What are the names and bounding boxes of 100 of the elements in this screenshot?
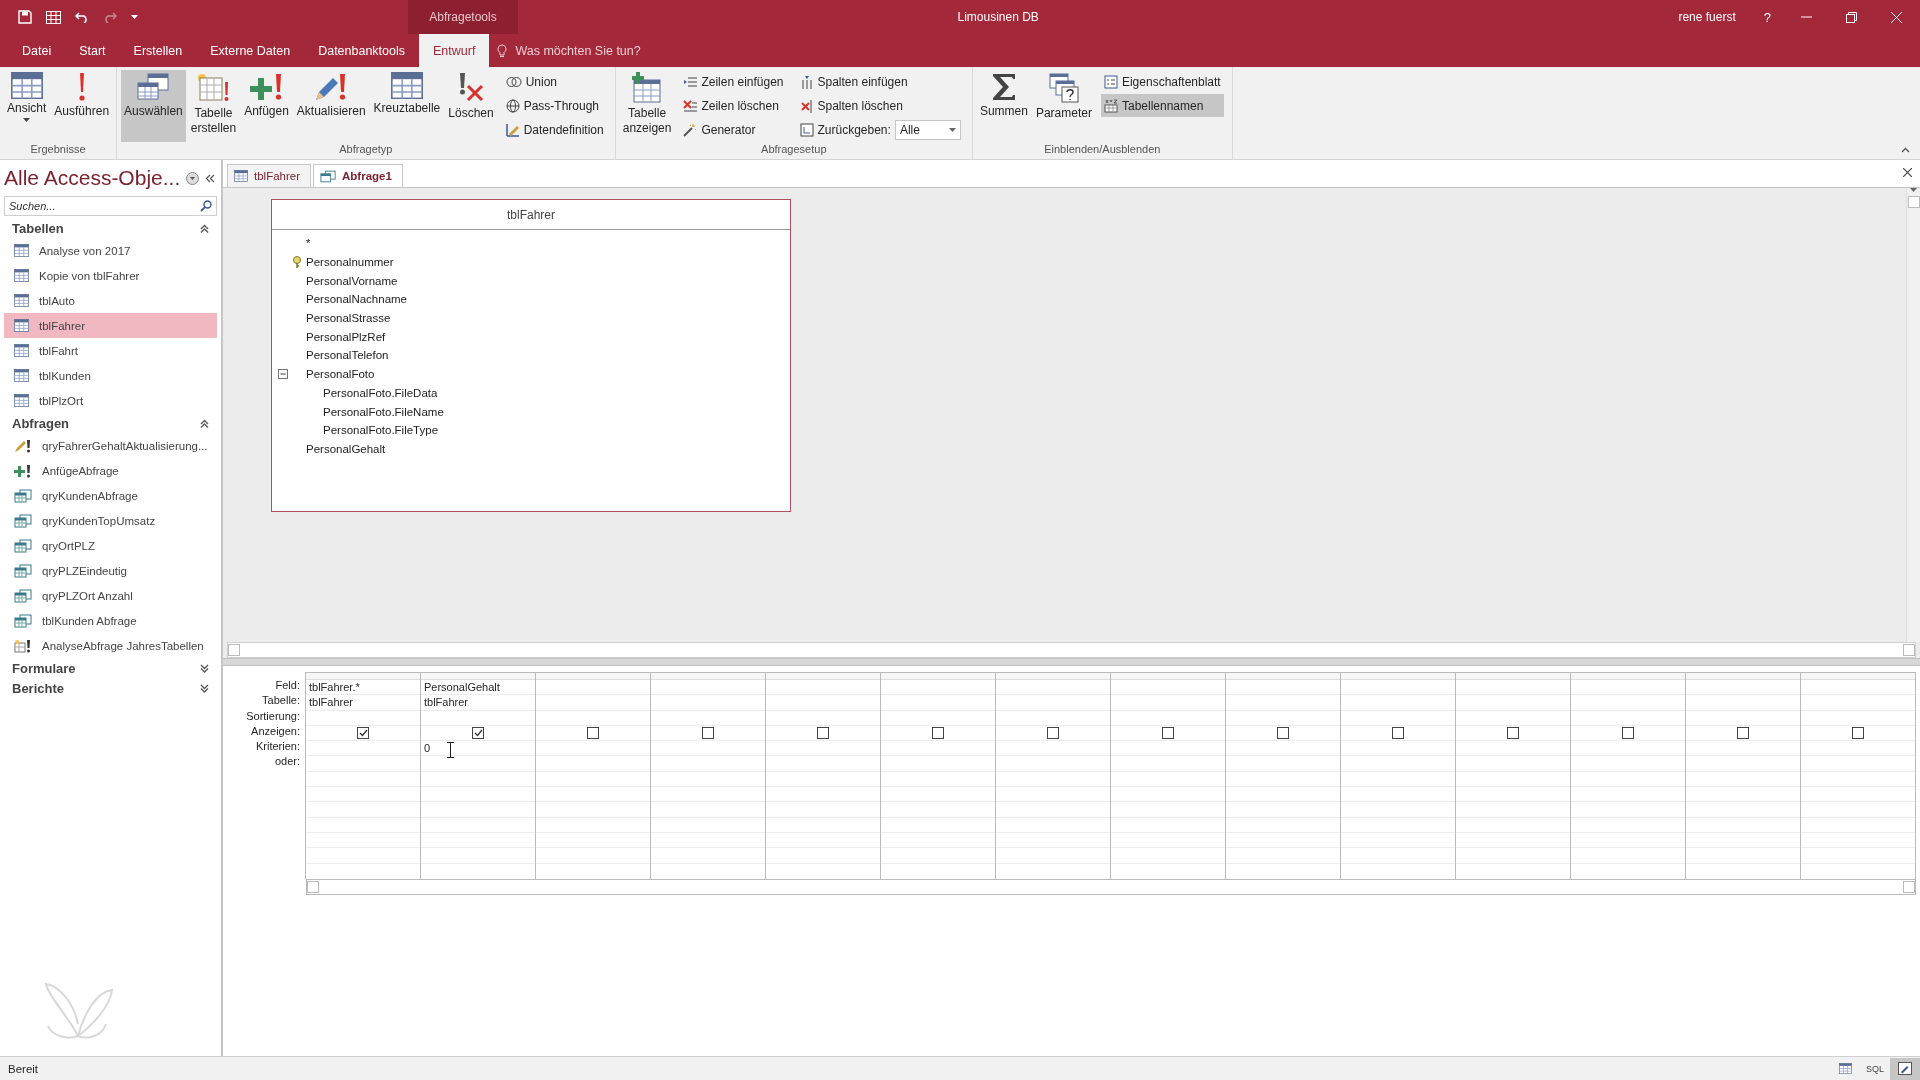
grid-cell[interactable]: tblFahrer.* <box>306 680 420 696</box>
navigation-item[interactable]: qryKundenTopUmsatz <box>4 508 217 533</box>
ribbon-tab[interactable]: Datei <box>8 34 66 67</box>
horizontal-scrollbar[interactable] <box>227 642 1916 658</box>
vertical-scrollbar[interactable] <box>1906 188 1920 642</box>
horizontal-scrollbar[interactable] <box>306 879 1916 895</box>
ribbon-tab[interactable]: Entwurf <box>419 34 490 67</box>
grid-cell[interactable]: tblFahrer <box>306 695 420 711</box>
column-selector[interactable] <box>536 673 650 680</box>
navigation-item[interactable]: qryFahrerGehaltAktualisierung... <box>4 433 217 458</box>
ribbon-button[interactable]: Summen <box>976 70 1031 142</box>
navigation-item[interactable]: qryPLZEindeutig <box>4 558 217 583</box>
ribbon-button[interactable]: Kreuztabelle <box>370 70 444 142</box>
column-selector[interactable] <box>306 673 420 680</box>
navigation-title[interactable]: Alle Access-Obje... <box>4 166 181 190</box>
ribbon-button[interactable]: Löschen <box>445 70 497 142</box>
show-checkbox[interactable] <box>1162 727 1174 740</box>
scroll-thumb[interactable] <box>1903 644 1915 656</box>
return-dropdown[interactable]: Alle <box>894 119 961 140</box>
section-header[interactable]: Tabellen <box>4 218 217 238</box>
view-button[interactable]: SQL <box>1860 1057 1890 1080</box>
grid-cell[interactable]: tblFahrer <box>421 695 535 711</box>
grid-cell[interactable]: PersonalGehalt <box>421 680 535 696</box>
section-header[interactable]: Formulare <box>4 658 217 678</box>
view-button[interactable] <box>1890 1057 1920 1080</box>
field-list-window[interactable]: tblFahrer * Personalnummer PersonalVorname PersonalNachname PersonalStrasse PersonalPlzRef PersonalTelefon PersonalFoto PersonalFoto.FileData PersonalFoto.FileName PersonalFoto.FileType PersonalGehalt <box>271 199 791 512</box>
ribbon-button[interactable]: Zeilen löschen <box>680 94 787 117</box>
column-selector[interactable] <box>881 673 995 680</box>
ribbon-button[interactable]: Ausführen <box>51 70 113 142</box>
navigation-item[interactable]: AnfügeAbfrage <box>4 458 217 483</box>
show-checkbox[interactable] <box>587 727 599 740</box>
navigation-item[interactable]: Kopie von tblFahrer <box>4 263 217 288</box>
navigation-item[interactable]: tblPlzOrt <box>4 388 217 413</box>
navigation-item[interactable]: tblKunden <box>4 363 217 388</box>
ribbon-tab[interactable]: Externe Daten <box>196 34 305 67</box>
navigation-item[interactable]: AnalyseAbfrage JahresTabellen <box>4 633 217 658</box>
ribbon-button[interactable]: Ansicht <box>4 70 50 142</box>
show-checkbox[interactable] <box>1277 727 1289 740</box>
column-selector[interactable] <box>421 673 535 680</box>
ribbon-button[interactable]: Tabellennamen <box>1100 94 1224 117</box>
ribbon-button[interactable]: Pass-Through <box>502 94 607 117</box>
column-selector[interactable] <box>766 673 880 680</box>
show-checkbox[interactable] <box>1392 727 1404 740</box>
user-name[interactable]: rene fuerst <box>1678 10 1736 24</box>
navigation-item[interactable]: tblKunden Abfrage <box>4 608 217 633</box>
column-selector[interactable] <box>1226 673 1340 680</box>
grid-cell[interactable]: 0 <box>421 741 535 757</box>
ribbon-button[interactable]: Union <box>502 70 607 93</box>
ribbon-button[interactable]: Aktualisieren <box>293 70 369 142</box>
scroll-thumb[interactable] <box>1903 881 1915 893</box>
column-selector[interactable] <box>1111 673 1225 680</box>
document-tab[interactable]: tblFahrer <box>227 164 312 187</box>
field-name[interactable]: PersonalStrasse <box>306 312 391 325</box>
show-checkbox[interactable] <box>1047 727 1059 740</box>
ribbon-button[interactable]: Spalten löschen <box>796 94 964 117</box>
navigation-item[interactable]: tblFahrer <box>4 313 217 338</box>
help-button[interactable]: ? <box>1763 9 1771 25</box>
ribbon-button[interactable]: Datendefinition <box>502 118 607 141</box>
show-checkbox[interactable] <box>357 727 369 740</box>
ribbon-button[interactable]: Parameter <box>1032 70 1095 142</box>
search-field[interactable]: Suchen... <box>4 196 217 216</box>
field-name[interactable]: * <box>306 237 311 250</box>
show-checkbox[interactable] <box>817 727 829 740</box>
column-selector[interactable] <box>996 673 1110 680</box>
field-name[interactable]: PersonalGehalt <box>306 442 386 455</box>
column-selector[interactable] <box>1571 673 1685 680</box>
ribbon-button[interactable]: Generator <box>680 118 787 141</box>
ribbon-tab[interactable]: Start <box>65 34 120 67</box>
section-header[interactable]: Abfragen <box>4 413 217 433</box>
ribbon-tab[interactable]: Datenbanktools <box>304 34 420 67</box>
show-checkbox[interactable] <box>932 727 944 740</box>
show-checkbox[interactable] <box>472 727 484 740</box>
show-checkbox[interactable] <box>1507 727 1519 740</box>
navigation-item[interactable]: tblAuto <box>4 288 217 313</box>
column-selector[interactable] <box>1801 673 1915 680</box>
ribbon-button[interactable]: Tabelle erstellen <box>187 70 240 142</box>
field-name[interactable]: PersonalVorname <box>306 274 398 287</box>
field-name[interactable]: PersonalNachname <box>306 293 407 306</box>
column-selector[interactable] <box>1456 673 1570 680</box>
document-tab[interactable]: Abfrage1 <box>313 164 403 187</box>
navigation-item[interactable]: qryOrtPLZ <box>4 533 217 558</box>
section-header[interactable]: Berichte <box>4 678 217 698</box>
navigation-item[interactable]: tblFahrt <box>4 338 217 363</box>
ribbon-button[interactable]: Auswählen <box>121 70 186 142</box>
ribbon-tab[interactable]: Erstellen <box>119 34 197 67</box>
ribbon-button[interactable]: Spalten einfügen <box>796 70 964 93</box>
scroll-thumb[interactable] <box>228 644 240 656</box>
navigation-item[interactable]: qryPLZOrt Anzahl <box>4 583 217 608</box>
column-selector[interactable] <box>1341 673 1455 680</box>
field-name[interactable]: PersonalPlzRef <box>306 330 386 343</box>
ribbon-button[interactable]: Eigenschaftenblatt <box>1100 70 1224 93</box>
show-checkbox[interactable] <box>1737 727 1749 740</box>
column-selector[interactable] <box>651 673 765 680</box>
scroll-thumb[interactable] <box>1907 196 1920 208</box>
ribbon-button[interactable]: Zeilen einfügen <box>680 70 787 93</box>
ribbon-button[interactable]: Anfügen <box>241 70 292 142</box>
field-name[interactable]: PersonalFoto.FileData <box>323 386 438 399</box>
navigation-item[interactable]: Analyse von 2017 <box>4 238 217 263</box>
show-checkbox[interactable] <box>1852 727 1864 740</box>
field-name[interactable]: PersonalFoto.FileType <box>323 424 439 437</box>
